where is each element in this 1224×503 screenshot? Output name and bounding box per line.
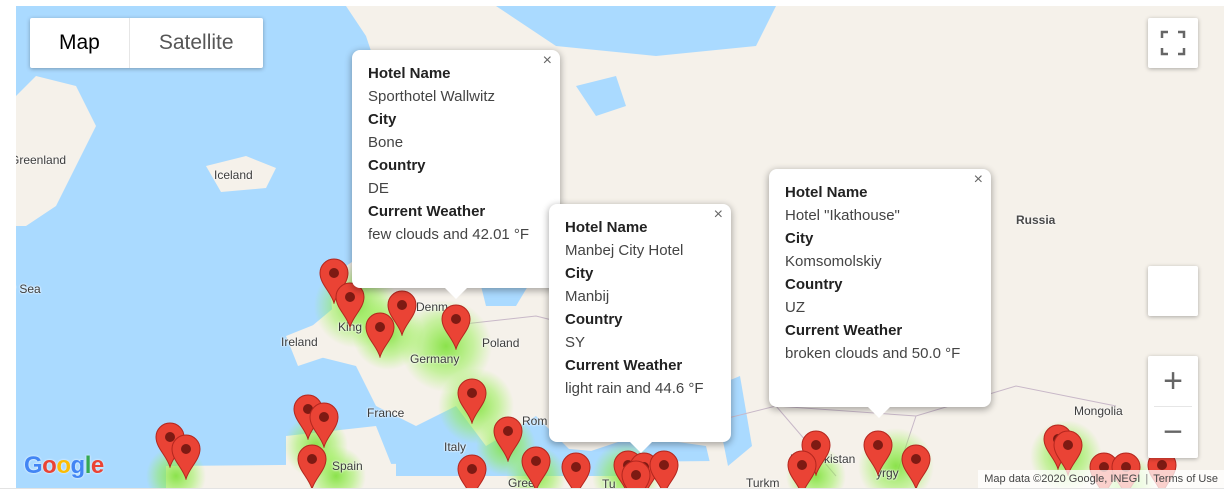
map-data-text: Map data ©2020 Google, INEGI: [984, 473, 1141, 485]
zoom-out-button[interactable]: −: [1148, 407, 1198, 457]
city-value: Komsomolskiy: [785, 253, 882, 270]
label-sea: r Sea: [16, 282, 41, 296]
map-marker-icon[interactable]: [648, 450, 680, 488]
country-value: SY: [565, 334, 586, 351]
country-label: Country: [368, 157, 426, 174]
hotel-name-label: Hotel Name: [368, 65, 451, 82]
google-logo-letter: e: [90, 452, 104, 479]
google-logo-letter: g: [70, 452, 86, 479]
close-icon[interactable]: ×: [974, 171, 983, 189]
close-icon[interactable]: ×: [714, 206, 723, 224]
map-marker-icon[interactable]: [440, 304, 472, 350]
map-canvas[interactable]: Greenland Iceland Russia r Sea Ireland D…: [16, 6, 1224, 488]
info-window-tail: [629, 441, 653, 453]
zoom-control: + −: [1148, 356, 1198, 458]
map-marker-icon[interactable]: [456, 454, 488, 488]
map-attribution: Map data ©2020 Google, INEGI | Terms of Us…: [978, 470, 1224, 488]
info-window: × Hotel Name Hotel "Ikathouse" City Koms…: [769, 169, 991, 418]
country-label: Country: [565, 311, 623, 328]
weather-label: Current Weather: [785, 322, 903, 339]
country-value: UZ: [785, 299, 805, 316]
map-marker-icon[interactable]: [786, 450, 818, 488]
city-label: City: [565, 265, 594, 282]
map-type-satellite-button[interactable]: Satellite: [128, 18, 263, 68]
google-logo: Google: [24, 452, 104, 480]
hotel-name-label: Hotel Name: [565, 219, 648, 236]
label-italy: Italy: [444, 440, 467, 454]
weather-value: few clouds and 42.01 °F: [368, 226, 530, 243]
map-type-control: Map Satellite: [30, 18, 263, 68]
country-value: DE: [368, 180, 389, 197]
hotel-name-label: Hotel Name: [785, 184, 868, 201]
map-marker-icon[interactable]: [170, 434, 202, 480]
attribution-separator: |: [1145, 473, 1149, 485]
info-window-tail: [867, 406, 891, 418]
terms-of-use-link[interactable]: Terms of Use: [1153, 473, 1218, 485]
map-marker-icon[interactable]: [520, 446, 552, 488]
fullscreen-icon: [1160, 30, 1186, 56]
google-logo-letter: o: [42, 452, 57, 479]
country-label: Country: [785, 276, 843, 293]
label-france: France: [367, 406, 405, 420]
label-rome: Rom: [522, 414, 548, 428]
label-germany: Germany: [410, 352, 460, 366]
page-bottom-strip: [0, 488, 1224, 503]
zoom-in-button[interactable]: +: [1148, 356, 1198, 406]
weather-value: light rain and 44.6 °F: [565, 380, 704, 397]
weather-label: Current Weather: [565, 357, 683, 374]
label-greenland: Greenland: [16, 153, 67, 167]
map-marker-icon[interactable]: [560, 452, 592, 488]
label-russia: Russia: [1016, 213, 1056, 227]
label-turkmen: Turkm: [746, 476, 780, 488]
label-spain: Spain: [332, 459, 363, 473]
map-marker-icon[interactable]: [334, 282, 366, 328]
hotel-name-value: Manbej City Hotel: [565, 242, 684, 259]
map-marker-icon[interactable]: [364, 312, 396, 358]
map-type-map-button[interactable]: Map: [30, 18, 129, 68]
city-label: City: [368, 111, 397, 128]
map-marker-icon[interactable]: [308, 402, 340, 448]
fullscreen-button[interactable]: [1148, 18, 1198, 68]
label-poland: Poland: [482, 336, 520, 350]
city-value: Bone: [368, 134, 404, 151]
map-marker-icon[interactable]: [900, 444, 932, 488]
city-label: City: [785, 230, 814, 247]
hotel-name-value: Sporthotel Wallwitz: [368, 88, 495, 105]
google-logo-letter: G: [24, 452, 43, 479]
info-window: × Hotel Name Sporthotel Wallwitz City Bo…: [352, 50, 560, 299]
map-marker-icon[interactable]: [296, 444, 328, 488]
hotel-name-value: Hotel "Ikathouse": [785, 207, 900, 224]
weather-label: Current Weather: [368, 203, 486, 220]
close-icon[interactable]: ×: [543, 52, 552, 70]
label-iceland: Iceland: [214, 168, 253, 182]
info-window-tail: [444, 287, 468, 299]
city-value: Manbij: [565, 288, 610, 305]
map-marker-icon[interactable]: [862, 430, 894, 476]
weather-value: broken clouds and 50.0 °F: [785, 345, 961, 362]
map-marker-icon[interactable]: [620, 460, 652, 488]
label-ireland: Ireland: [281, 335, 318, 349]
info-window: × Hotel Name Manbej City Hotel City Manb…: [549, 204, 731, 453]
label-mongolia: Mongolia: [1074, 404, 1123, 418]
map-marker-icon[interactable]: [456, 378, 488, 424]
google-logo-letter: o: [56, 452, 71, 479]
street-view-button[interactable]: [1148, 266, 1198, 316]
